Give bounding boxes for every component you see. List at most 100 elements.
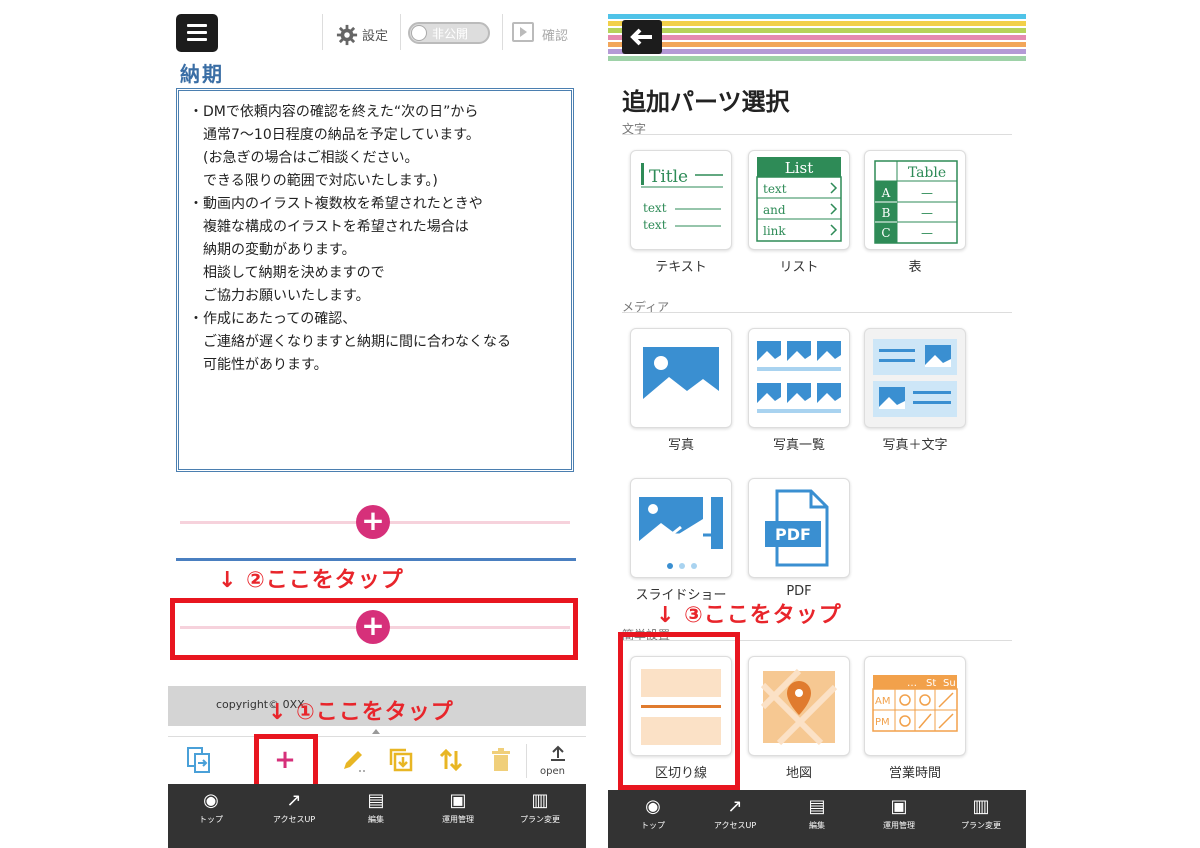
card-list[interactable]: List text and link <box>748 150 850 250</box>
slide-dot <box>667 563 673 569</box>
nav-label: プラン変更 <box>520 815 560 824</box>
nav-top[interactable]: ◉ トップ <box>171 784 251 834</box>
stripe <box>608 28 1026 33</box>
content-line: できる限りの範囲で対応いたします。) <box>189 173 438 189</box>
sparkle-doc-icon: ▥ <box>972 796 990 817</box>
annotation-step-3: ↓ ③ここをタップ <box>656 603 842 628</box>
content-line: ・作成にあたっての確認、 <box>189 311 357 327</box>
duplicate-icon[interactable] <box>386 745 416 775</box>
settings-label[interactable]: 設定 <box>362 25 388 44</box>
photo-icon <box>643 347 719 407</box>
open-label[interactable]: open <box>540 766 565 777</box>
card-pdf[interactable]: PDF <box>748 478 850 578</box>
card-photo-list[interactable] <box>748 328 850 428</box>
stripe <box>608 49 1026 54</box>
reorder-icon[interactable] <box>436 745 466 775</box>
add-tool-button[interactable]: + <box>270 745 300 775</box>
thumb-item: link <box>763 224 786 238</box>
content-line: 相談して納期を決めますので <box>189 265 385 281</box>
nav-label: 運用管理 <box>442 815 474 824</box>
arrow-left-icon <box>630 28 652 46</box>
card-label: 写真＋文字 <box>882 438 948 453</box>
table-part-thumbnail: Table A B C — — — <box>874 160 958 244</box>
publish-toggle[interactable]: 非公開 <box>408 22 490 44</box>
slide-dot <box>691 563 697 569</box>
photo-text-icon <box>873 339 957 417</box>
thumb-item: and <box>763 203 786 217</box>
caret-up-icon <box>372 729 380 734</box>
hamburger-menu-button[interactable] <box>176 14 218 52</box>
nav-label: 編集 <box>809 821 825 830</box>
chart-up-icon: ↗ <box>286 790 302 811</box>
thumb-cell: — <box>921 186 933 200</box>
text-part-thumbnail: Title text text <box>641 163 723 232</box>
thumb-row: A <box>881 186 891 200</box>
add-part-button[interactable]: + <box>356 505 390 539</box>
card-photo[interactable] <box>630 328 732 428</box>
edit-toolbar <box>168 736 586 785</box>
parts-select-screen: 追加パーツ選択 文字 Title text text テキスト List tex… <box>608 0 1026 848</box>
toggle-knob <box>411 25 427 41</box>
add-part-button-highlighted[interactable]: + <box>356 610 390 644</box>
nav-access-up[interactable]: ↗ アクセスUP <box>254 784 334 834</box>
content-line: 可能性があります。 <box>189 357 328 373</box>
nav-label: 編集 <box>368 815 384 824</box>
card-hours[interactable]: … St Su AM PM <box>864 656 966 756</box>
upload-icon[interactable] <box>548 744 568 762</box>
card-label: 地図 <box>785 766 812 781</box>
screen-icon: ▣ <box>890 796 908 817</box>
category-divider <box>622 312 1012 313</box>
gear-icon[interactable] <box>336 24 358 46</box>
edit-screen: 設定 非公開 確認 納期 ・DMで依頼内容の確認を終えた“次の日”から 通常7〜… <box>168 0 586 848</box>
section-title: 納期 <box>180 62 224 86</box>
toolbar-divider <box>322 14 323 50</box>
trash-icon[interactable] <box>486 745 516 775</box>
slide-dot <box>679 563 685 569</box>
sparkle-doc-icon: ▥ <box>531 790 549 811</box>
highlight-step-3 <box>618 632 740 790</box>
card-text[interactable]: Title text text <box>630 150 732 250</box>
nav-plan[interactable]: ▥ プラン変更 <box>941 790 1021 840</box>
nav-label: トップ <box>199 815 223 824</box>
annotation-step-2: ↓ ②ここをタップ <box>218 568 404 593</box>
confirm-label[interactable]: 確認 <box>542 25 568 44</box>
card-label: テキスト <box>655 260 707 275</box>
preview-icon[interactable] <box>512 22 534 42</box>
toolbar-divider <box>502 14 503 50</box>
nav-edit[interactable]: ▤ 編集 <box>336 784 416 834</box>
toolbar-divider <box>526 744 527 778</box>
pdf-thumb-text: PDF <box>775 525 811 544</box>
photo-grid-icon <box>757 341 841 413</box>
back-button[interactable] <box>622 20 662 54</box>
chart-up-icon: ↗ <box>727 796 743 817</box>
nav-plan[interactable]: ▥ プラン変更 <box>500 784 580 834</box>
section-divider <box>176 558 576 561</box>
card-label: リスト <box>779 260 819 275</box>
nav-top[interactable]: ◉ トップ <box>613 790 693 840</box>
toolbar-divider <box>400 14 401 50</box>
toggle-label: 非公開 <box>432 27 469 41</box>
hours-pm: PM <box>875 717 890 728</box>
nav-management[interactable]: ▣ 運用管理 <box>418 784 498 834</box>
document-icon: ▤ <box>808 796 826 817</box>
content-line: ・DMで依頼内容の確認を終えた“次の日”から <box>189 104 479 120</box>
card-map[interactable] <box>748 656 850 756</box>
pdf-icon: PDF <box>765 489 829 567</box>
nav-label: アクセスUP <box>713 821 757 830</box>
nav-access-up[interactable]: ↗ アクセスUP <box>695 790 775 840</box>
card-table[interactable]: Table A B C — — — <box>864 150 966 250</box>
card-label: 写真一覧 <box>772 438 825 453</box>
text-content-box[interactable]: ・DMで依頼内容の確認を終えた“次の日”から 通常7〜10日程度の納品を予定して… <box>176 88 574 472</box>
card-slideshow[interactable] <box>630 478 732 578</box>
card-photo-text[interactable] <box>864 328 966 428</box>
content-line: ご連絡が遅くなりますと納期に間に合わなくなる <box>189 334 511 350</box>
copy-page-icon[interactable] <box>184 745 214 775</box>
stripe <box>608 35 1026 40</box>
top-toolbar: 設定 非公開 確認 <box>168 0 586 64</box>
pencil-icon[interactable] <box>338 745 368 775</box>
thumb-line: text <box>643 201 667 215</box>
hours-sun: Su <box>943 678 956 689</box>
nav-management[interactable]: ▣ 運用管理 <box>859 790 939 840</box>
card-label: 表 <box>908 260 922 275</box>
nav-edit[interactable]: ▤ 編集 <box>777 790 857 840</box>
